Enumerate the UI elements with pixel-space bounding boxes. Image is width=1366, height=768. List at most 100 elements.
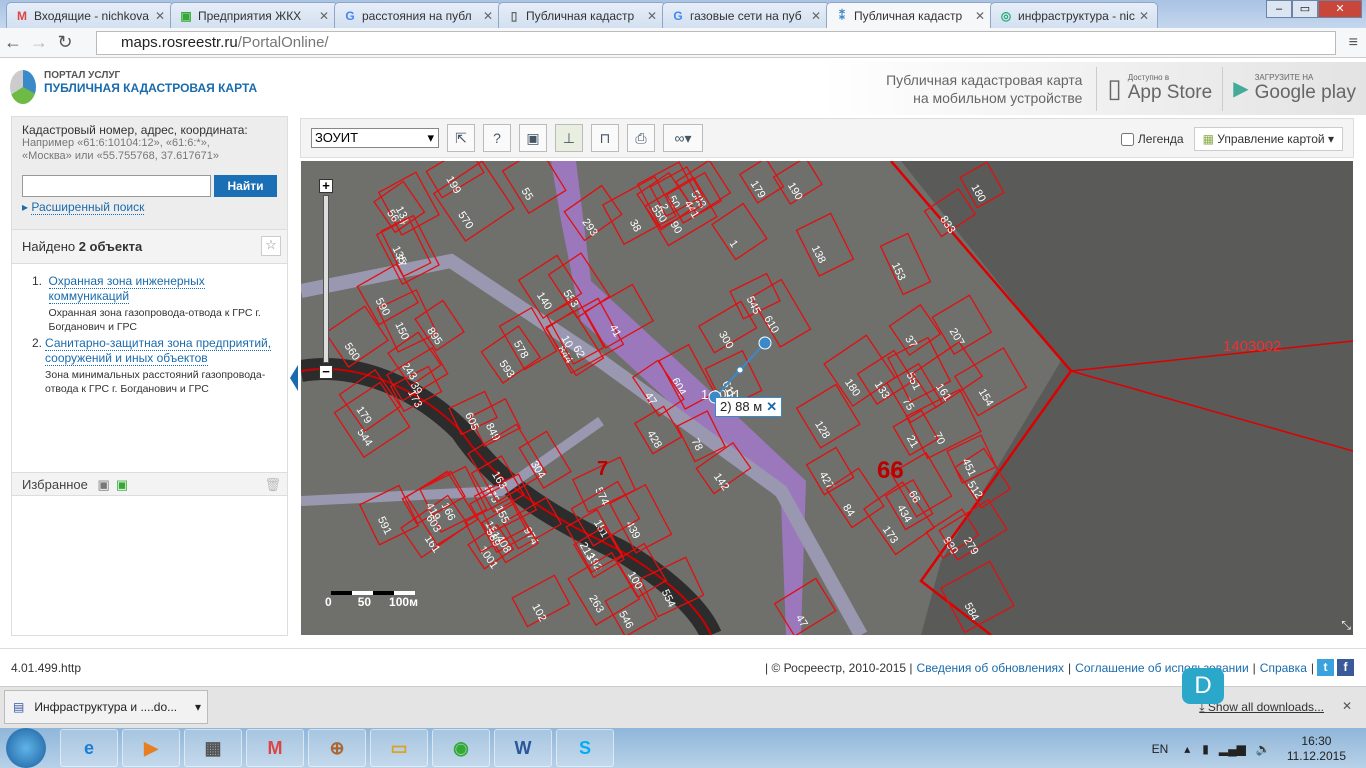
area-tool-icon[interactable]: ⊓ [591,124,619,152]
tab-title: инфраструктура - nic [1018,8,1135,23]
close-downloads-icon[interactable]: ✕ [1342,699,1352,713]
tab-0[interactable]: M Входящие - nichkova ✕ [6,2,174,28]
power-icon[interactable]: ▮ [1202,742,1209,756]
zoom-slider[interactable] [323,195,329,363]
app-taskbar-icon[interactable]: ⊕ [308,729,366,767]
floating-d-badge[interactable]: D [1182,668,1224,704]
appstore-small: Доступно в [1127,73,1170,82]
facebook-icon[interactable]: f [1337,659,1354,676]
network-icon[interactable]: ▂▄▆ [1219,742,1246,756]
portal-logo[interactable]: ПОРТАЛ УСЛУГ ПУБЛИЧНАЯ КАДАСТРОВАЯ КАРТА [10,70,257,104]
scale-100: 100м [389,595,418,609]
tab-close-icon[interactable]: ✕ [975,9,985,23]
word-taskbar-icon[interactable]: W [494,729,552,767]
tab-3[interactable]: ▯ Публичная кадастр ✕ [498,2,666,28]
close-measure-icon[interactable]: ✕ [766,399,777,414]
tab-5[interactable]: ⁑ Публичная кадастр ✕ [826,2,994,28]
tab-close-icon[interactable]: ✕ [811,9,821,23]
search-input[interactable] [22,175,211,197]
trash-icon[interactable]: 🗑 [264,477,281,493]
info-tool-icon[interactable]: ▣ [519,124,547,152]
download-menu-icon[interactable]: ▾ [195,700,201,714]
start-button[interactable] [6,728,46,768]
volume-icon[interactable]: 🔊 [1256,742,1271,756]
zoom-in-button[interactable]: + [319,179,333,193]
print-icon[interactable]: ⎙ [627,124,655,152]
site-header: ПОРТАЛ УСЛУГ ПУБЛИЧНАЯ КАДАСТРОВАЯ КАРТА … [0,58,1366,115]
link-icon[interactable]: ∞▾ [663,124,703,152]
map-control-dropdown[interactable]: ▦ Управление картой ▾ [1193,127,1343,151]
export-excel-icon[interactable]: ▣ [98,477,110,492]
found-count: 2 объекта [78,239,143,254]
tab-close-icon[interactable]: ✕ [319,9,329,23]
measure-point [758,336,772,350]
tray-expand-icon[interactable]: ▴ [1184,742,1190,756]
language-indicator[interactable]: EN [1152,742,1169,756]
resize-icon[interactable]: ⤡ [1341,618,1351,633]
map-label-label_7: 7 [597,458,608,480]
map-view[interactable]: 428 90 974 975 570 546 610 849 844 75 427 131 207 133… [301,161,1353,635]
tab-1[interactable]: ▣ Предприятия ЖКХ ✕ [170,2,338,28]
measure-tool-icon[interactable]: ⊥ [555,124,583,152]
result-title-link[interactable]: Санитарно-защитная зона предприятий, соо… [45,336,272,366]
download-item[interactable]: ▤ Инфраструктура и ....do... ▾ [4,690,208,724]
result-item: 1. Охранная зона инженерных коммуникаций О… [32,274,277,334]
emblem-icon: ▣ [180,8,192,23]
tab-close-icon[interactable]: ✕ [647,9,657,23]
tab-2[interactable]: Gрасстояния на публ ✕ [334,2,502,28]
tab-4[interactable]: Gгазовые сети на пуб ✕ [662,2,830,28]
scale-bar: 0 50 100м [325,591,418,609]
skype-taskbar-icon[interactable]: S [556,729,614,767]
apple-icon: ▯ [1107,73,1122,103]
app-store-button[interactable]: ▯ Доступно в App Store [1096,66,1222,111]
forward-icon[interactable]: → [26,32,52,53]
result-title-link[interactable]: Охранная зона инженерных коммуникаций [48,274,205,304]
zoom-out-button[interactable]: − [319,365,333,379]
measure-label: 2) 88 м ✕ [715,397,783,417]
result-description: Охранная зона газопровода-отвода к ГРС г… [48,307,261,333]
media-taskbar-icon[interactable]: ▶ [122,729,180,767]
layer-select[interactable]: ЗОУИТ [311,128,439,148]
legend-label: Легенда [1137,132,1184,146]
map-control-label: Управление картой [1217,132,1325,146]
help-link[interactable]: Справка [1260,661,1307,675]
import-excel-icon[interactable]: ▣ [116,477,128,492]
explorer-taskbar-icon[interactable]: ▭ [370,729,428,767]
chrome-taskbar-icon[interactable]: ◉ [432,729,490,767]
taskbar: e ▶ ▦ M ⊕ ▭ ◉ W S EN ▴ ▮ ▂▄▆ 🔊 16:30 11.12.2015 [0,728,1366,768]
gmail-taskbar-icon[interactable]: M [246,729,304,767]
menu-icon[interactable]: ≡ [1349,34,1358,52]
search-button[interactable]: Найти [214,175,277,197]
advanced-search-link[interactable]: ▸ Расширенный поиск [22,200,277,215]
calc-taskbar-icon[interactable]: ▦ [184,729,242,767]
legend-checkbox[interactable] [1120,132,1134,146]
search-example-2: «Москва» или «55.755768, 37.617671» [22,150,219,162]
clock[interactable]: 16:30 11.12.2015 [1287,734,1346,764]
updates-link[interactable]: Сведения об обновлениях [917,661,1065,675]
identify-tool-icon[interactable]: ? [483,124,511,152]
tab-close-icon[interactable]: ✕ [483,9,493,23]
twitter-icon[interactable]: t [1317,659,1334,676]
close-button[interactable]: ✕ [1318,0,1362,18]
favorites-header: Избранное ▣ ▣ 🗑 [12,472,287,496]
maximize-button[interactable]: ▭ [1292,0,1318,18]
map-toolbar: ЗОУИТ ⇱ ? ▣ ⊥ ⊓ ⎙ ∞▾ Легенда ▦ Управлени… [300,118,1354,158]
star-icon[interactable]: ☆ [261,236,281,256]
site-icon: ◎ [1000,8,1012,23]
ie-taskbar-icon[interactable]: e [60,729,118,767]
collapse-panel-handle[interactable] [290,365,298,391]
tab-close-icon[interactable]: ✕ [155,9,165,23]
map-canvas[interactable]: 4289097497557054661084984475427131207133… [301,161,1353,635]
url-host: maps.rosreestr.ru [121,34,238,51]
tab-title: Публичная кадастр [854,8,963,23]
minimize-button[interactable]: – [1266,0,1292,18]
back-icon[interactable]: ← [0,32,26,53]
select-tool-icon[interactable]: ⇱ [447,124,475,152]
appstore-label: App Store [1127,82,1213,103]
google-play-button[interactable]: ▶ ЗАГРУЗИТЕ НА Google play [1222,66,1366,111]
tab-close-icon[interactable]: ✕ [1139,9,1149,23]
google-icon: G [673,8,683,23]
tab-6[interactable]: ◎ инфраструктура - nic ✕ [990,2,1158,28]
url-input[interactable]: maps.rosreestr.ru/PortalOnline/ [96,31,1336,55]
reload-icon[interactable]: ↻ [52,32,78,53]
